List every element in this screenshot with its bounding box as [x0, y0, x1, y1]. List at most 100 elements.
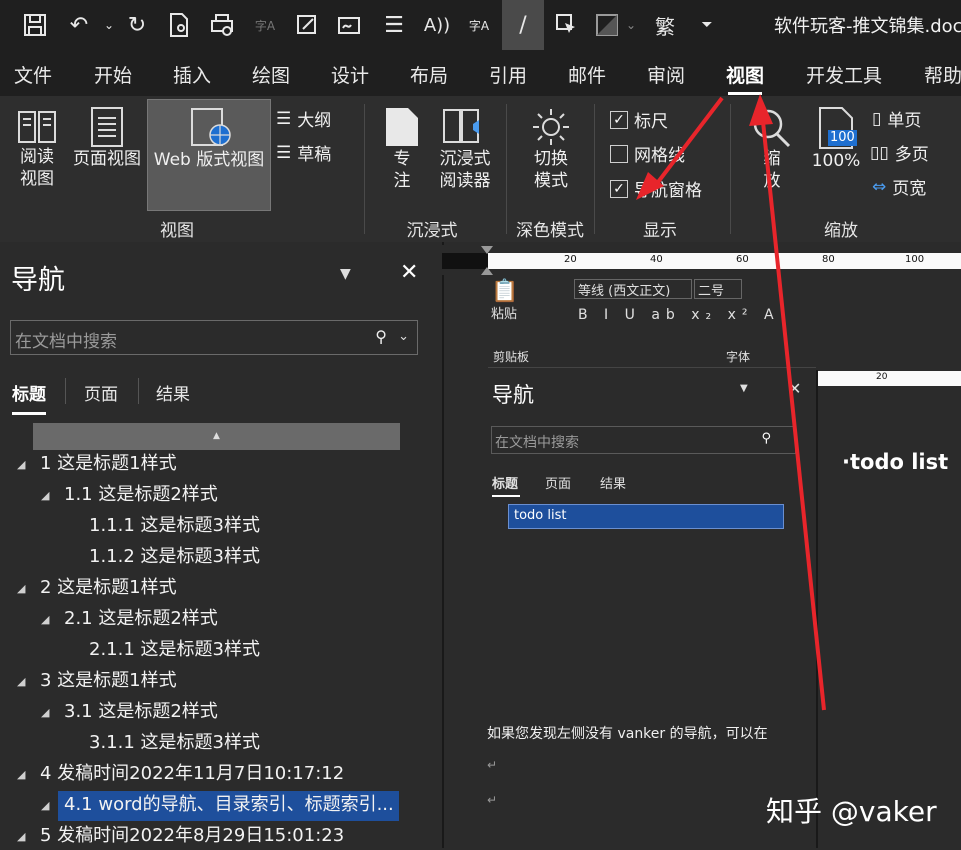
- page-view-button[interactable]: 页面视图: [70, 106, 144, 170]
- tab-help[interactable]: 帮助: [924, 61, 961, 88]
- single-page-label: 单页: [887, 111, 922, 131]
- collapse-triangle-icon[interactable]: ◢: [17, 582, 25, 595]
- tab-file[interactable]: 文件: [14, 61, 52, 88]
- nav-pane-label: 导航窗格: [634, 181, 702, 201]
- collapse-triangle-icon[interactable]: ◢: [17, 830, 25, 843]
- read-mode-button[interactable]: 阅读 视图: [10, 106, 64, 190]
- collapse-triangle-icon[interactable]: ◢: [41, 706, 49, 719]
- print-icon[interactable]: [205, 8, 239, 42]
- nav-tab-headings[interactable]: 标题: [12, 380, 46, 415]
- immersive-reader-button[interactable]: 沉浸式 阅读器: [432, 106, 498, 192]
- save-icon[interactable]: [18, 8, 52, 42]
- signature-icon[interactable]: [333, 8, 367, 42]
- collapse-triangle-icon[interactable]: ◢: [41, 613, 49, 626]
- document-title: 软件玩客-推文锦集.doc: [774, 16, 961, 37]
- embedded-tab-pages: 页面: [545, 477, 572, 492]
- pinyin-check-icon[interactable]: 字A: [462, 8, 496, 42]
- outline-label: 大纲: [297, 111, 332, 131]
- heading-item[interactable]: 3.1 这是标题2样式: [64, 698, 218, 726]
- web-view-button[interactable]: Web 版式视图: [147, 99, 271, 211]
- nav-tab-results[interactable]: 结果: [156, 380, 190, 405]
- collapse-triangle-icon[interactable]: ◢: [41, 489, 49, 502]
- tab-review[interactable]: 审阅: [647, 61, 685, 88]
- paragraph-mark-icon: ↵: [487, 793, 498, 807]
- zoom-100-button[interactable]: 100 100%: [806, 106, 866, 172]
- heading-item[interactable]: 1.1 这是标题2样式: [64, 481, 218, 509]
- outline-button[interactable]: ☰ 大纲: [276, 106, 332, 132]
- pane-divider[interactable]: [442, 242, 444, 848]
- nav-tab-separator: [65, 378, 66, 404]
- immersive-reader-label: 沉浸式 阅读器: [439, 149, 491, 191]
- tab-insert[interactable]: 插入: [173, 61, 211, 88]
- tab-references[interactable]: 引用: [489, 61, 527, 88]
- undo-icon[interactable]: ↶: [62, 8, 96, 42]
- embedded-document: 20 ·todo list: [816, 370, 961, 848]
- ruler-tick: 20: [564, 254, 577, 265]
- indent-marker-icon[interactable]: [480, 245, 494, 277]
- heading-item[interactable]: 2 这是标题1样式: [40, 574, 177, 602]
- ruler-checkbox[interactable]: ✓ 标尺: [610, 107, 668, 132]
- customize-icon[interactable]: ⏷: [690, 8, 724, 42]
- group-separator: [730, 104, 731, 234]
- gridlines-checkbox[interactable]: 网格线: [610, 141, 685, 166]
- doc-paragraph[interactable]: 如果您发现左侧没有 vanker 的导航，可以在: [487, 723, 768, 743]
- switch-mode-button[interactable]: 切换 模式: [524, 106, 578, 192]
- tab-design[interactable]: 设计: [331, 61, 369, 88]
- paste-icon: 📋: [491, 279, 519, 304]
- tab-draw[interactable]: 绘图: [252, 61, 290, 88]
- heading-item[interactable]: 1 这是标题1样式: [40, 450, 177, 478]
- collapse-triangle-icon[interactable]: ◢: [17, 458, 25, 471]
- nav-options-icon[interactable]: ▼: [340, 266, 351, 282]
- multi-page-label: 多页: [894, 145, 929, 165]
- embedded-ruler-tick: 20: [876, 372, 888, 382]
- nav-pane-checkbox[interactable]: ✓ 导航窗格: [610, 176, 702, 201]
- search-icon[interactable]: ⚲: [375, 327, 387, 346]
- heading-item[interactable]: 2.1.1 这是标题3样式: [89, 636, 260, 664]
- collapse-triangle-icon[interactable]: ◢: [17, 675, 25, 688]
- embedded-tab-underline: [492, 495, 520, 497]
- heading-item[interactable]: 5 发稿时间2022年8月29日15:01:23: [40, 822, 344, 850]
- draw-table-icon[interactable]: [290, 8, 324, 42]
- ruler-tick: 80: [822, 254, 835, 265]
- collapse-triangle-icon[interactable]: ◢: [17, 768, 25, 781]
- page-width-button[interactable]: ⇔ 页宽: [872, 174, 926, 200]
- heading-item[interactable]: 4.1 word的导航、目录索引、标题索引...: [64, 791, 394, 819]
- heading-item[interactable]: 3.1.1 这是标题3样式: [89, 729, 260, 757]
- focus-button[interactable]: 专 注: [380, 106, 424, 192]
- group-show-label: 显示: [643, 221, 677, 241]
- chevron-down-icon[interactable]: ⌄: [398, 329, 409, 344]
- heading-item[interactable]: 1.1.1 这是标题3样式: [89, 512, 260, 540]
- read-aloud-icon[interactable]: A)): [420, 8, 454, 42]
- document-area: 20 40 60 80 100 📋 粘贴 剪贴板 等线 (西文正文) 二号 B …: [442, 242, 961, 848]
- align-icon[interactable]: ☰: [377, 8, 411, 42]
- heading-item[interactable]: 1.1.2 这是标题3样式: [89, 543, 260, 571]
- zoom-button[interactable]: 缩 放: [744, 106, 800, 192]
- horizontal-ruler[interactable]: 20 40 60 80 100: [442, 245, 961, 275]
- tab-layout[interactable]: 布局: [410, 61, 448, 88]
- heading-item[interactable]: 2.1 这是标题2样式: [64, 605, 218, 633]
- nav-search-input[interactable]: 在文档中搜索 ⚲ ⌄: [10, 320, 418, 355]
- print-preview-icon[interactable]: [162, 8, 196, 42]
- nav-tab-pages[interactable]: 页面: [84, 380, 118, 405]
- scroll-up-button[interactable]: ▲: [33, 423, 400, 450]
- tab-home[interactable]: 开始: [94, 61, 132, 88]
- select-icon[interactable]: [550, 8, 584, 42]
- pinyin-icon[interactable]: 字A: [248, 8, 282, 42]
- pen-icon[interactable]: /: [502, 0, 544, 50]
- multi-page-button[interactable]: ▯▯ 多页: [870, 140, 929, 166]
- ruler-check-icon: ✓: [610, 110, 628, 129]
- heading-item[interactable]: 3 这是标题1样式: [40, 667, 177, 695]
- heading-item[interactable]: 4 发稿时间2022年11月7日10:17:12: [40, 760, 344, 788]
- traditional-chinese-icon[interactable]: 繁: [648, 8, 682, 42]
- embedded-selected-heading-text: todo list: [514, 508, 567, 523]
- close-icon[interactable]: ✕: [400, 260, 418, 285]
- shading-dropdown-icon[interactable]: ⌄: [614, 8, 648, 42]
- tab-view[interactable]: 视图: [726, 61, 764, 95]
- draft-button[interactable]: ☰ 草稿: [276, 140, 331, 166]
- tab-developer[interactable]: 开发工具: [806, 61, 882, 88]
- tab-mailings[interactable]: 邮件: [568, 61, 606, 88]
- single-page-button[interactable]: ▯ 单页: [872, 106, 922, 132]
- collapse-triangle-icon[interactable]: ◢: [41, 799, 49, 812]
- group-dark-label: 深色模式: [516, 221, 584, 241]
- redo-icon[interactable]: ↻: [120, 8, 154, 42]
